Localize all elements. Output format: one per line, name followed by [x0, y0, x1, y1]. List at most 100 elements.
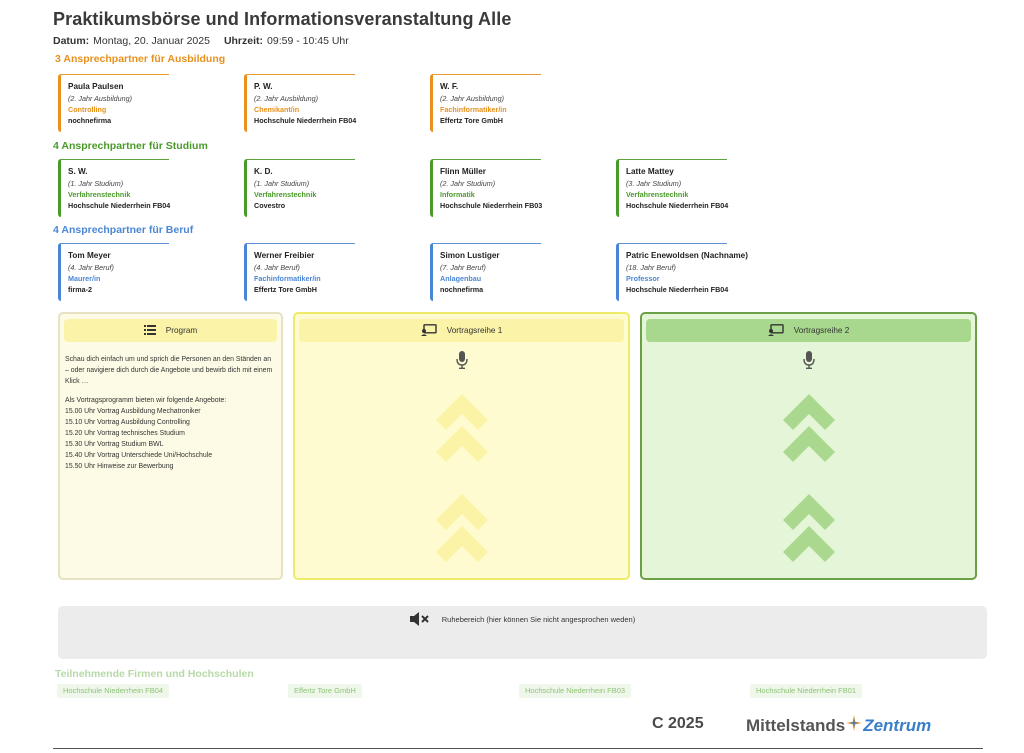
- time-label: Uhrzeit:: [223, 35, 264, 47]
- program-item: 15.10 Uhr Vortrag Ausbildung Controlling: [65, 419, 190, 426]
- section-title-beruf: 4 Ansprechpartner für Beruf: [53, 224, 194, 236]
- contact-card[interactable]: P. W. (2. Jahr Ausbildung) Chemikant/in …: [244, 74, 364, 132]
- contact-field: Fachinformatiker/in: [254, 274, 321, 283]
- muted-speaker-icon: [409, 611, 430, 628]
- page-title: Praktikumsbörse und Informationsveransta…: [53, 9, 512, 29]
- contact-org: nochnefirma: [440, 285, 484, 294]
- contact-name: K. D.: [254, 167, 273, 176]
- contact-year: (2. Jahr Ausbildung): [68, 94, 133, 103]
- contact-year: (4. Jahr Beruf): [254, 263, 300, 272]
- double-chevron-up-icon: [434, 492, 490, 569]
- contact-org: firma-2: [68, 285, 92, 294]
- star-icon: [846, 715, 863, 736]
- contact-card[interactable]: Patric Enewoldsen (Nachname) (18. Jahr B…: [616, 243, 766, 301]
- vortragsreihe-2-header: Vortragsreihe 2: [646, 319, 971, 342]
- contact-field: Professor: [626, 274, 660, 283]
- contact-org: Hochschule Niederrhein FB04: [626, 201, 729, 210]
- double-chevron-up-icon: [434, 392, 490, 469]
- rest-area: Ruhebereich (hier können Sie nicht anges…: [58, 606, 987, 659]
- contact-org: nochnefirma: [68, 116, 112, 125]
- vortragsreihe-1-label: Vortragsreihe 1: [446, 326, 503, 335]
- program-intro: Schau dich einfach um und sprich die Per…: [65, 356, 273, 385]
- contact-field: Verfahrenstechnik: [254, 190, 317, 199]
- copyright: C 2025: [652, 715, 704, 732]
- program-list-intro: Als Vortragsprogramm bieten wir folgende…: [65, 397, 227, 404]
- program-item: 15.40 Uhr Vortrag Unterschiede Uni/Hochs…: [65, 452, 213, 459]
- contact-year: (2. Jahr Studium): [440, 179, 496, 188]
- contact-field: Anlagenbau: [440, 274, 482, 283]
- contact-card[interactable]: Latte Mattey (3. Jahr Studium) Verfahren…: [616, 159, 736, 217]
- contact-year: (2. Jahr Ausbildung): [254, 94, 319, 103]
- contact-org: Hochschule Niederrhein FB03: [440, 201, 543, 210]
- contact-field: Verfahrenstechnik: [626, 190, 689, 199]
- contact-year: (1. Jahr Studium): [254, 179, 310, 188]
- contact-name: Patric Enewoldsen (Nachname): [626, 251, 748, 260]
- contact-field: Maurer/in: [68, 274, 101, 283]
- contact-org: Covestro: [254, 201, 286, 210]
- contact-year: (3. Jahr Studium): [626, 179, 682, 188]
- contact-card[interactable]: Flinn Müller (2. Jahr Studium) Informati…: [430, 159, 550, 217]
- contact-name: Paula Paulsen: [68, 82, 124, 91]
- contact-card[interactable]: S. W. (1. Jahr Studium) Verfahrenstechni…: [58, 159, 178, 217]
- contact-name: S. W.: [68, 167, 88, 176]
- contact-year: (4. Jahr Beruf): [68, 263, 114, 272]
- contact-name: Werner Freibier: [254, 251, 315, 260]
- contact-card[interactable]: Simon Lustiger (7. Jahr Beruf) Anlagenba…: [430, 243, 550, 301]
- program-item: 15.50 Uhr Hinweise zur Bewerbung: [65, 463, 174, 470]
- mittelstandszentrum-logo[interactable]: Mittelstands Zentrum: [746, 715, 931, 736]
- program-text: Schau dich einfach um und sprich die Per…: [65, 354, 275, 472]
- program-item: 15.00 Uhr Vortrag Ausbildung Mechatronik…: [65, 408, 201, 415]
- program-item: 15.20 Uhr Vortrag technisches Studium: [65, 430, 185, 437]
- rest-area-label: Ruhebereich (hier können Sie nicht anges…: [441, 615, 636, 624]
- firm-badge[interactable]: Hochschule Niederrhein FB01: [750, 684, 863, 698]
- double-chevron-up-icon: [781, 492, 837, 569]
- contact-org: Effertz Tore GmbH: [254, 285, 317, 294]
- vortragsreihe-1-header: Vortragsreihe 1: [299, 319, 624, 342]
- vortragsreihe-2-panel[interactable]: Vortragsreihe 2: [640, 312, 977, 580]
- event-meta: Datum: Montag, 20. Januar 2025 Uhrzeit: 09:…: [53, 35, 349, 47]
- microphone-icon: [802, 351, 815, 374]
- firm-badge[interactable]: Hochschule Niederrhein FB04: [57, 684, 170, 698]
- date-label: Datum:: [53, 35, 90, 47]
- double-chevron-up-icon: [781, 392, 837, 469]
- vortragsreihe-2-label: Vortragsreihe 2: [793, 326, 850, 335]
- contact-field: Chemikant/in: [254, 105, 300, 114]
- contact-year: (18. Jahr Beruf): [626, 263, 676, 272]
- contact-field: Fachinformatiker/in: [440, 105, 507, 114]
- contact-field: Controlling: [68, 105, 107, 114]
- time-value: 09:59 - 10:45 Uhr: [267, 35, 349, 47]
- program-item: 15.30 Uhr Vortrag Studium BWL: [65, 441, 164, 448]
- contact-name: Flinn Müller: [440, 167, 486, 176]
- contact-field: Informatik: [440, 190, 475, 199]
- contact-year: (2. Jahr Ausbildung): [440, 94, 505, 103]
- microphone-icon: [455, 351, 468, 374]
- contact-org: Hochschule Niederrhein FB04: [68, 201, 171, 210]
- contact-name: Latte Mattey: [626, 167, 674, 176]
- contact-year: (1. Jahr Studium): [68, 179, 124, 188]
- logo-text-part1: Mittelstands: [746, 715, 846, 735]
- footer-divider: [53, 748, 983, 749]
- firm-badge[interactable]: Hochschule Niederrhein FB03: [519, 684, 632, 698]
- presentation-icon: [767, 323, 784, 338]
- section-title-ausbildung: 3 Ansprechpartner für Ausbildung: [55, 53, 226, 65]
- contact-card[interactable]: W. F. (2. Jahr Ausbildung) Fachinformati…: [430, 74, 550, 132]
- contact-name: W. F.: [440, 82, 459, 91]
- firm-badge[interactable]: Effertz Tore GmbH: [288, 684, 362, 698]
- contact-card[interactable]: Tom Meyer (4. Jahr Beruf) Maurer/in firm…: [58, 243, 178, 301]
- section-title-studium: 4 Ansprechpartner für Studium: [53, 140, 208, 152]
- contact-card[interactable]: Werner Freibier (4. Jahr Beruf) Fachinfo…: [244, 243, 364, 301]
- date-value: Montag, 20. Januar 2025: [93, 35, 210, 47]
- contact-name: P. W.: [254, 82, 273, 91]
- list-icon: [143, 324, 156, 337]
- contact-name: Simon Lustiger: [440, 251, 500, 260]
- presentation-icon: [420, 323, 437, 338]
- contact-name: Tom Meyer: [68, 251, 111, 260]
- contact-org: Effertz Tore GmbH: [440, 116, 503, 125]
- contact-card[interactable]: K. D. (1. Jahr Studium) Verfahrenstechni…: [244, 159, 364, 217]
- logo-text-part2: Zentrum: [863, 715, 932, 735]
- contact-org: Hochschule Niederrhein FB04: [254, 116, 357, 125]
- contact-card[interactable]: Paula Paulsen (2. Jahr Ausbildung) Contr…: [58, 74, 178, 132]
- vortragsreihe-1-panel[interactable]: Vortragsreihe 1: [293, 312, 630, 580]
- contact-field: Verfahrenstechnik: [68, 190, 131, 199]
- program-label: Program: [165, 326, 198, 335]
